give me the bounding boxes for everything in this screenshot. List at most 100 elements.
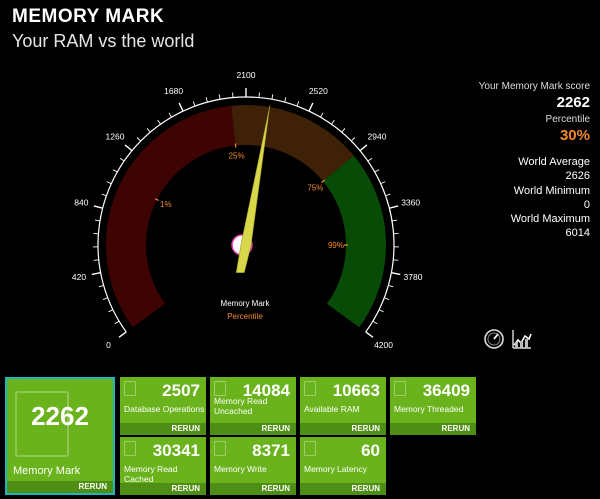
tile-available-ram-label: Available RAM: [304, 404, 360, 414]
gauge-minor-tick: [388, 284, 394, 288]
tile-available-ram-value: 10663: [332, 381, 380, 400]
gauge-minor-tick: [271, 94, 274, 100]
gauge-band-mid: [231, 105, 354, 182]
tile-memory-threaded-value: 36409: [422, 381, 470, 400]
ram-chip-icon: [214, 441, 226, 456]
gauge-minor-tick: [374, 169, 380, 173]
world-minimum-value: 0: [583, 198, 590, 211]
tile-available-ram-rerun[interactable]: RERUN: [300, 423, 386, 435]
gauge-minor-tick: [341, 128, 346, 133]
world-average-value: 2626: [565, 170, 590, 183]
gauge-minor-tick: [112, 169, 118, 173]
gauge-tick-label: 3360: [401, 198, 420, 208]
gauge-tick-label: 2100: [237, 70, 256, 80]
gauge-center-sublabel: Percentile: [227, 312, 263, 321]
ram-chip-icon: [304, 381, 316, 396]
gauge-minor-tick: [393, 259, 399, 261]
gauge-tick-label: 0: [106, 340, 111, 350]
gauge-minor-tick: [296, 101, 300, 107]
gauge-major-tick: [359, 144, 368, 152]
gauge-percentile-marker: 75%: [307, 184, 323, 193]
tile-memory-write-label: Memory Write: [214, 464, 267, 474]
world-minimum-label: World Minimum: [513, 184, 590, 197]
tile-memory-write-rerun[interactable]: RERUN: [210, 483, 296, 495]
tile-memory-latency[interactable]: 60 Memory Latency RERUN: [300, 437, 386, 495]
tile-database-operations-rerun[interactable]: RERUN: [120, 423, 206, 435]
gauge-major-tick: [178, 102, 184, 112]
gauge-tick-label: 3780: [404, 272, 423, 282]
gauge-center-label: Memory Mark: [221, 299, 271, 308]
tile-database-operations[interactable]: 2507 Database Operations RERUN: [120, 377, 206, 435]
tile-memory-latency-rerun[interactable]: RERUN: [300, 483, 386, 495]
tile-memory-threaded[interactable]: 36409 Memory Threaded RERUN: [390, 377, 476, 435]
tile-memory-read-uncached-label: Memory Read Uncached: [214, 396, 268, 416]
gauge-major-tick: [118, 331, 127, 338]
tile-memory-threaded-rerun[interactable]: RERUN: [390, 423, 476, 435]
speedometer-icon[interactable]: [483, 328, 505, 350]
gauge-minor-tick: [146, 128, 151, 133]
chart-icon[interactable]: [511, 328, 533, 350]
gauge-major-tick: [391, 272, 401, 276]
percentile-label: Percentile: [545, 113, 590, 125]
gauge-tick-label: 1260: [106, 132, 125, 142]
gauge-minor-tick: [384, 297, 390, 300]
gauge-major-tick: [124, 144, 133, 152]
tile-memory-read-uncached-rerun[interactable]: RERUN: [210, 423, 296, 435]
tile-memory-mark-label: Memory Mark: [13, 465, 81, 477]
gauge-minor-tick: [157, 119, 161, 125]
gauge-major-tick: [365, 331, 374, 338]
tile-memory-read-cached-rerun[interactable]: RERUN: [120, 483, 206, 495]
tile-memory-threaded-label: Memory Threaded: [394, 404, 464, 414]
score-summary: Your Memory Mark score 2262 Percentile 3…: [420, 80, 590, 241]
gauge-minor-tick: [136, 137, 142, 142]
gauge-minor-tick: [108, 309, 114, 313]
tile-memory-mark[interactable]: 2262 Memory Mark RERUN: [5, 377, 115, 495]
gauge-minor-tick: [350, 137, 356, 142]
gauge-minor-tick: [385, 193, 391, 197]
world-average-label: World Average: [518, 156, 590, 168]
gauge-major-tick: [389, 205, 399, 209]
gauge-percentile-marker: 1%: [160, 200, 172, 209]
tile-memory-mark-value: 2262: [31, 401, 89, 431]
tile-database-operations-value: 2507: [162, 381, 200, 400]
tile-memory-read-cached[interactable]: 30341 Memory Read Cached RERUN: [120, 437, 206, 495]
tile-memory-write-value: 8371: [252, 441, 290, 460]
ram-chip-icon: [304, 441, 316, 456]
ram-chip-icon: [124, 441, 136, 456]
percentile-value: 30%: [559, 126, 590, 144]
gauge-minor-tick: [114, 320, 120, 325]
gauge-tick-label: 1680: [164, 86, 183, 96]
gauge-band-low: [106, 105, 236, 328]
gauge-tick-label: 840: [74, 198, 88, 208]
tile-memory-write[interactable]: 8371 Memory Write RERUN: [210, 437, 296, 495]
gauge-minor-tick: [331, 119, 335, 125]
gauge-percentile-marker: 99%: [328, 241, 344, 250]
gauge-minor-tick: [372, 320, 378, 325]
gauge-minor-tick: [102, 297, 108, 300]
gauge-tick-label: 2940: [368, 132, 387, 142]
tile-memory-read-cached-label: Memory Read Cached: [124, 464, 178, 484]
gauge-minor-tick: [218, 94, 221, 100]
gauge-minor-tick: [284, 97, 287, 103]
tile-memory-latency-label: Memory Latency: [304, 464, 367, 474]
ram-chip-icon: [214, 381, 226, 396]
tile-database-operations-label: Database Operations: [124, 404, 205, 414]
gauge-minor-tick: [367, 157, 373, 162]
tile-available-ram[interactable]: 10663 Available RAM RERUN: [300, 377, 386, 435]
gauge-major-tick: [308, 102, 314, 112]
world-maximum-value: 6014: [565, 227, 590, 240]
gauge-minor-tick: [320, 112, 324, 118]
gauge-minor-tick: [192, 101, 196, 107]
ram-chip-icon: [394, 381, 406, 396]
tile-memory-mark-rerun[interactable]: RERUN: [7, 481, 113, 493]
gauge-minor-tick: [378, 309, 384, 313]
world-maximum-label: World Maximum: [510, 213, 590, 226]
tile-memory-latency-value: 60: [361, 441, 380, 460]
ram-chip-icon: [124, 381, 136, 396]
tile-memory-read-uncached[interactable]: 14084 Memory Read Uncached RERUN: [210, 377, 296, 435]
tile-memory-read-cached-value: 30341: [152, 441, 200, 460]
gauge-minor-tick: [106, 181, 112, 185]
gauge-minor-tick: [93, 259, 99, 261]
score-value: 2262: [556, 94, 590, 111]
score-label: Your Memory Mark score: [478, 81, 590, 92]
